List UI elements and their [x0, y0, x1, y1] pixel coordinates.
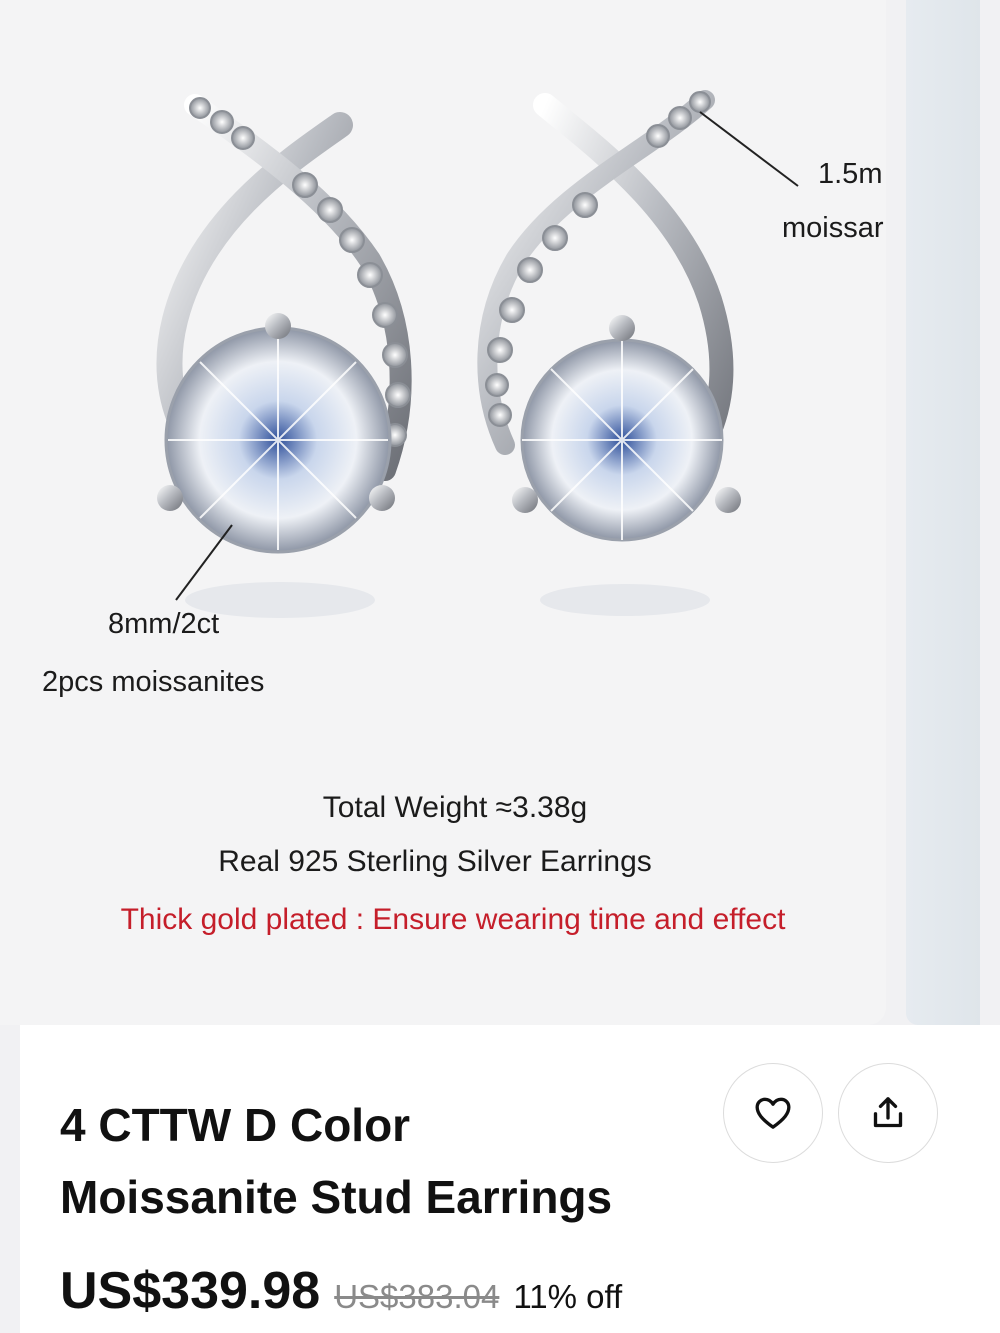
current-price: US$339.98: [60, 1262, 321, 1320]
small-stone-type-label: moissar: [782, 212, 884, 244]
price-row: US$339.98 US$383.04 11% off: [60, 1261, 622, 1321]
product-image-carousel[interactable]: 1.5m moissar 8mm/2ct 2pcs moissanites To…: [0, 0, 1000, 1025]
right-earring: [477, 90, 741, 542]
original-price: US$383.04: [334, 1278, 500, 1315]
center-stone-size-label: 8mm/2ct: [108, 608, 220, 640]
product-title-line1: 4 CTTW D Color: [60, 1099, 411, 1151]
product-title-line2: Moissanite Stud Earrings: [60, 1171, 613, 1223]
product-title: 4 CTTW D Color Moissanite Stud Earrings: [60, 1089, 700, 1233]
total-weight-caption: Total Weight ≈3.38g: [322, 791, 588, 824]
material-caption: Real 925 Sterling Silver Earrings: [218, 845, 652, 878]
left-earring: [156, 94, 412, 554]
heart-icon: [755, 1097, 791, 1129]
share-button[interactable]: [838, 1063, 938, 1163]
plating-note-caption: Thick gold plated : Ensure wearing time …: [120, 903, 786, 936]
center-stone-count-label: 2pcs moissanites: [42, 666, 265, 698]
discount-label: 11% off: [513, 1278, 623, 1315]
product-info-panel: 4 CTTW D Color Moissanite Stud Earrings …: [20, 1025, 1000, 1333]
next-image-peek[interactable]: [906, 0, 980, 1025]
small-stone-size-label: 1.5m: [818, 158, 883, 190]
product-image-slide[interactable]: 1.5m moissar 8mm/2ct 2pcs moissanites To…: [0, 0, 886, 1025]
wishlist-button[interactable]: [723, 1063, 823, 1163]
share-icon: [873, 1097, 903, 1128]
